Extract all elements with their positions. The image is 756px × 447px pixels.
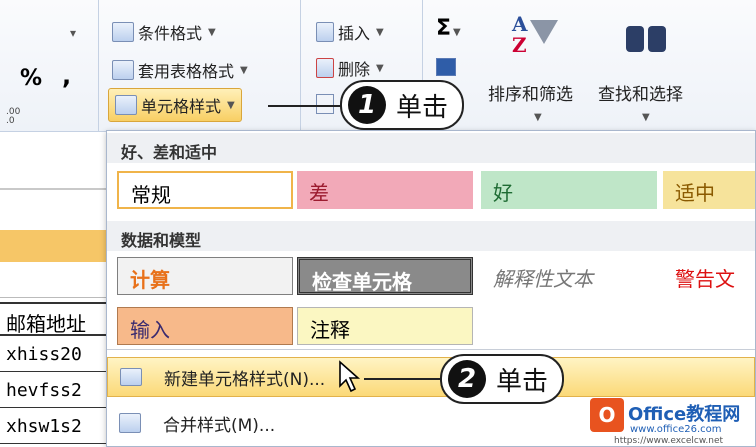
- delete-icon: [316, 58, 334, 78]
- fill-icon[interactable]: [436, 58, 456, 76]
- delete-label: 删除: [338, 60, 371, 79]
- comma-style-button[interactable]: ,: [62, 62, 71, 90]
- section-header-good-bad-neutral: 好、差和适中: [107, 133, 755, 163]
- watermark-brand: Office教程网: [628, 404, 741, 425]
- chevron-down-icon: ▼: [534, 112, 542, 123]
- chevron-down-icon: ▼: [376, 26, 384, 38]
- callout-step-2: 2 单击: [440, 354, 565, 404]
- group-divider: [300, 0, 301, 130]
- insert-button[interactable]: 插入 ▼: [316, 20, 384, 44]
- cell-styles-label: 单元格样式: [141, 97, 222, 116]
- style-bad[interactable]: 差: [297, 171, 473, 209]
- table-format-icon: [112, 60, 134, 80]
- sigma-icon: Σ: [436, 16, 452, 41]
- conditional-formatting-icon: [112, 22, 134, 42]
- callout-leader-1: [268, 105, 344, 107]
- format-icon[interactable]: [316, 94, 334, 114]
- style-explanatory-text[interactable]: 解释性文本: [481, 257, 657, 295]
- cell-styles-button[interactable]: 单元格样式 ▼: [108, 88, 242, 122]
- percent-style-button[interactable]: %: [20, 66, 42, 91]
- sort-filter-icon: A Z: [512, 14, 558, 64]
- format-as-table-label: 套用表格格式: [138, 62, 235, 81]
- style-good[interactable]: 好: [481, 171, 657, 209]
- callout-leader-2: [364, 378, 440, 380]
- chevron-down-icon: ▼: [227, 99, 235, 111]
- style-calculation[interactable]: 计算: [117, 257, 293, 295]
- table-cell[interactable]: xhiss20: [0, 338, 110, 372]
- style-note[interactable]: 注释: [297, 307, 473, 345]
- style-warning-text[interactable]: 警告文: [663, 257, 755, 295]
- style-input[interactable]: 输入: [117, 307, 293, 345]
- new-style-icon: [120, 368, 142, 386]
- callout-text: 单击: [496, 366, 549, 397]
- merge-styles-label: 合并样式(M)...: [163, 415, 276, 436]
- chevron-down-icon: ▼: [240, 64, 248, 76]
- conditional-formatting-label: 条件格式: [138, 24, 203, 43]
- watermark-url-secondary: https://www.excelcw.net: [614, 436, 724, 446]
- number-format-dropdown[interactable]: ▾: [70, 26, 86, 40]
- divider: [107, 349, 755, 350]
- header-fill-row: [0, 230, 110, 262]
- style-normal[interactable]: 常规: [117, 171, 293, 209]
- delete-button[interactable]: 删除 ▼: [316, 56, 384, 80]
- worksheet: 邮箱地址 xhiss20 hevfss2 xhsw1s2: [0, 132, 110, 447]
- cell-styles-icon: [115, 95, 137, 115]
- insert-icon: [316, 22, 334, 42]
- column-header-cell[interactable]: 邮箱地址: [0, 302, 110, 336]
- step-number-badge: 2: [448, 360, 486, 398]
- table-cell[interactable]: hevfss2: [0, 374, 110, 408]
- empty-row: [0, 262, 110, 298]
- chevron-down-icon: ▼: [376, 62, 384, 74]
- binoculars-icon: [624, 16, 668, 56]
- merge-styles-icon: [119, 413, 141, 433]
- conditional-formatting-button[interactable]: 条件格式 ▼: [112, 20, 216, 44]
- insert-label: 插入: [338, 24, 371, 43]
- chevron-down-icon: ▼: [642, 112, 650, 123]
- new-cell-style-label: 新建单元格样式(N)...: [164, 369, 326, 390]
- sort-filter-button[interactable]: 排序和筛选: [488, 80, 573, 105]
- decimal-icon[interactable]: .00.0: [6, 108, 20, 126]
- mouse-cursor-icon: [339, 360, 361, 393]
- callout-step-1: 1 单击: [340, 80, 465, 130]
- chevron-down-icon: ▼: [208, 26, 216, 38]
- grid-line: [0, 188, 110, 190]
- find-select-button[interactable]: 查找和选择: [598, 80, 683, 105]
- style-check-cell[interactable]: 检查单元格: [297, 257, 473, 295]
- style-neutral[interactable]: 适中: [663, 171, 755, 209]
- group-divider: [98, 0, 99, 150]
- new-cell-style-menu-item[interactable]: 新建单元格样式(N)...: [107, 357, 755, 397]
- step-number-badge: 1: [348, 86, 386, 124]
- table-cell[interactable]: xhsw1s2: [0, 410, 110, 444]
- autosum-button[interactable]: Σ ▼: [436, 16, 461, 41]
- callout-text: 单击: [396, 92, 449, 123]
- format-as-table-button[interactable]: 套用表格格式 ▼: [112, 58, 248, 82]
- section-header-data-model: 数据和模型: [107, 221, 755, 251]
- find-select-label: 查找和选择: [598, 85, 683, 105]
- office-logo-icon: O: [590, 398, 624, 432]
- sort-filter-label: 排序和筛选: [488, 85, 573, 105]
- watermark-url: www.office26.com: [630, 424, 722, 435]
